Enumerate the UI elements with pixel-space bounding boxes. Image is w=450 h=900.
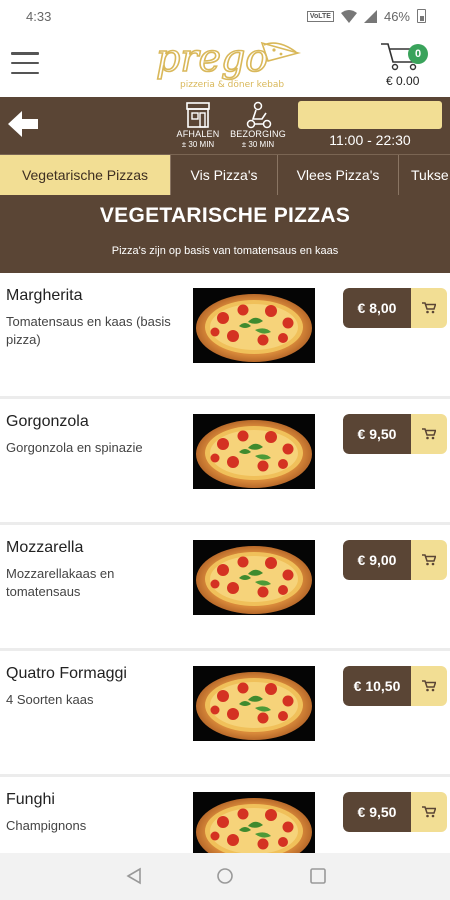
add-to-cart-button[interactable]: € 9,00 — [343, 540, 447, 580]
item-name: Gorgonzola — [6, 413, 89, 430]
nav-recents-button[interactable] — [309, 867, 327, 890]
item-description: Champignons — [6, 818, 87, 833]
prego-logo: prego pizzeria & döner kebab — [155, 35, 302, 90]
delivery-option: BEZORGING ± 30 MIN — [229, 100, 287, 152]
battery-percent: 46% — [383, 8, 410, 24]
volte-icon: VoLTE — [306, 10, 334, 22]
cart-add-icon — [411, 540, 447, 580]
cart-count-badge: 0 — [408, 44, 428, 64]
status-icons: VoLTE 46% — [306, 8, 426, 24]
item-price: € 10,50 — [343, 666, 411, 706]
cart-add-icon — [411, 288, 447, 328]
app-header: prego pizzeria & döner kebab 0 € 0.00 — [0, 32, 450, 97]
back-arrow-icon — [8, 111, 38, 137]
back-button[interactable] — [5, 106, 45, 144]
cart-total: € 0.00 — [386, 74, 420, 88]
tab-vis-pizzas[interactable]: Vis Pizza's — [171, 155, 278, 195]
svg-text:pizzeria & döner kebab: pizzeria & döner kebab — [180, 80, 284, 90]
item-price: € 9,50 — [343, 414, 411, 454]
item-price: € 8,00 — [343, 288, 411, 328]
tab-tukse[interactable]: Tukse — [399, 155, 450, 195]
info-bar: AFHALEN ± 30 MIN BEZORGING ± 30 MIN 11:0… — [0, 97, 450, 154]
pickup-option: AFHALEN ± 30 MIN — [169, 100, 227, 152]
pizza-image — [193, 666, 315, 741]
item-description: Tomatensaus en kaas (basis pizza) — [6, 314, 171, 347]
item-description: Gorgonzola en spinazie — [6, 440, 143, 455]
add-to-cart-button[interactable]: € 9,50 — [343, 792, 447, 832]
add-to-cart-button[interactable]: € 9,50 — [343, 414, 447, 454]
category-header: VEGETARISCHE PIZZAS Pizza's zijn op basi… — [0, 195, 450, 273]
tab-vegetarische-pizzas[interactable]: Vegetarische Pizzas — [0, 155, 171, 195]
battery-icon — [417, 9, 426, 23]
menu-item: Gorgonzola Gorgonzola en spinazie € 9,50 — [0, 399, 450, 525]
cart-add-icon — [411, 414, 447, 454]
menu-button[interactable] — [11, 52, 39, 74]
item-description: 4 Soorten kaas — [6, 692, 94, 707]
cart-add-icon — [411, 666, 447, 706]
pizza-image — [193, 540, 315, 615]
item-price: € 9,00 — [343, 540, 411, 580]
menu-item: Margherita Tomatensaus en kaas (basis pi… — [0, 273, 450, 399]
nav-home-icon — [217, 868, 233, 884]
item-name: Funghi — [6, 791, 55, 808]
cart-add-icon — [411, 792, 447, 832]
item-price: € 9,50 — [343, 792, 411, 832]
scooter-icon — [246, 101, 272, 129]
item-name: Quatro Formaggi — [6, 665, 127, 682]
hours-highlight — [298, 101, 442, 129]
add-to-cart-button[interactable]: € 10,50 — [343, 666, 447, 706]
store-icon — [186, 102, 210, 128]
menu-icon — [11, 52, 39, 55]
menu-item: Mozzarella Mozzarellakaas en tomatensaus… — [0, 525, 450, 651]
nav-back-icon — [126, 867, 141, 885]
system-nav-bar — [0, 853, 450, 900]
signal-icon — [363, 9, 377, 23]
tab-vlees-pizzas[interactable]: Vlees Pizza's — [278, 155, 399, 195]
opening-hours: 11:00 - 22:30 — [329, 132, 411, 148]
cart-button[interactable]: 0 € 0.00 — [378, 38, 438, 94]
add-to-cart-button[interactable]: € 8,00 — [343, 288, 447, 328]
item-name: Margherita — [6, 287, 83, 304]
item-name: Mozzarella — [6, 539, 84, 556]
status-time: 4:33 — [26, 8, 52, 24]
nav-recents-icon — [310, 868, 326, 884]
status-bar: 4:33 VoLTE 46% — [0, 0, 450, 32]
wifi-icon — [340, 9, 357, 23]
category-tabs: Vegetarische Pizzas Vis Pizza's Vlees Pi… — [0, 154, 450, 195]
pizza-image — [193, 414, 315, 489]
svg-text:prego: prego — [156, 36, 268, 80]
pizza-image — [193, 288, 315, 363]
category-title: VEGETARISCHE PIZZAS — [99, 204, 351, 227]
nav-home-button[interactable] — [216, 867, 234, 890]
item-description: Mozzarellakaas en tomatensaus — [6, 566, 115, 599]
nav-back-button[interactable] — [125, 867, 143, 890]
menu-item: Quatro Formaggi 4 Soorten kaas € 10,50 — [0, 651, 450, 777]
category-subtitle: Pizza's zijn op basis van tomatensaus en… — [111, 245, 339, 257]
